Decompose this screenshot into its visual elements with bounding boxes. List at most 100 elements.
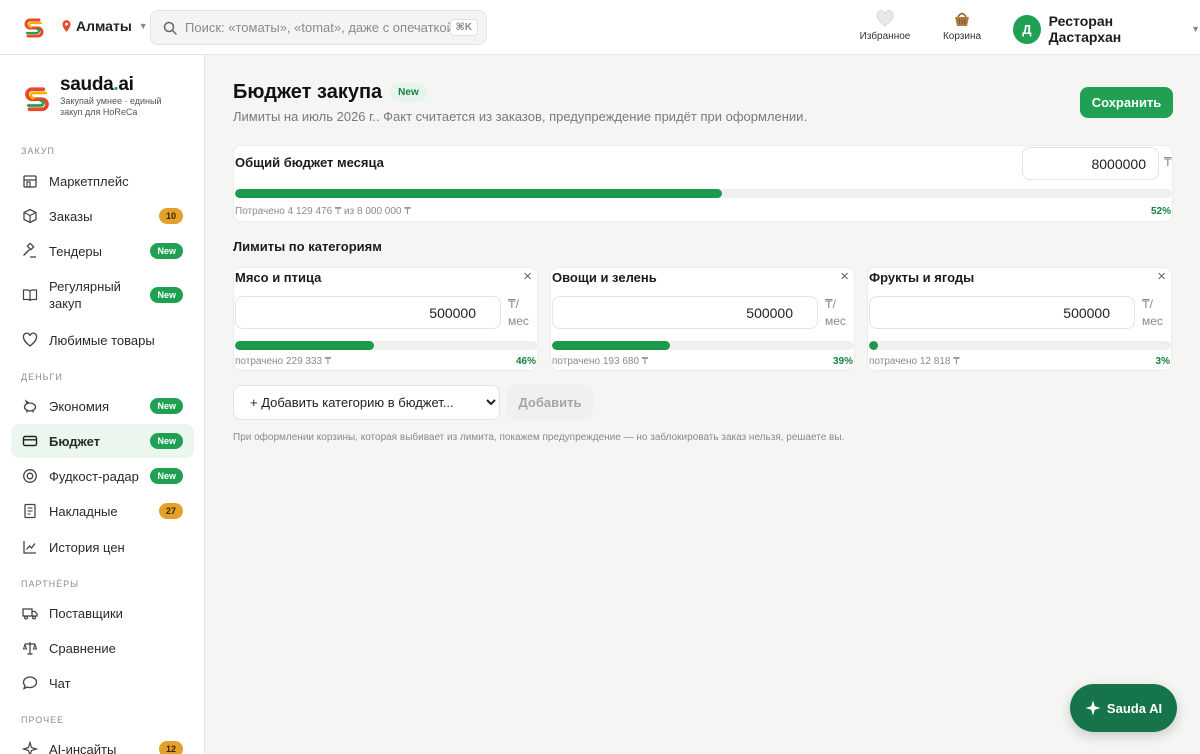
close-icon[interactable]: ×: [840, 269, 849, 284]
section-label-money: ДЕНЬГИ: [21, 372, 63, 382]
truck-icon: [22, 608, 38, 620]
sidebar-item-comparison[interactable]: Сравнение: [11, 631, 194, 665]
chevron-down-icon: ▼: [138, 21, 148, 31]
progress-fill: [235, 189, 723, 198]
sidebar-item-label: Сравнение: [49, 640, 116, 656]
favorites-label: Избранное: [859, 31, 911, 42]
sidebar-item-label: Любимые товары: [49, 332, 155, 348]
heart-icon: [876, 10, 894, 27]
spent-text: потрачено 229 333 ₸: [235, 356, 332, 367]
sidebar-item-favorite-products[interactable]: Любимые товары: [11, 323, 194, 357]
sidebar-item-label: История цен: [49, 539, 125, 555]
page-title: Бюджет закупа: [233, 81, 383, 103]
search-shortcut: ⌘K: [449, 19, 478, 36]
user-menu[interactable]: Д Ресторан Дастархан ▼: [1013, 13, 1200, 45]
book-icon: [22, 289, 38, 302]
search-icon: [163, 21, 177, 35]
spent-text: потрачено 12 818 ₸: [869, 356, 960, 367]
sidebar-item-orders[interactable]: Заказы 10: [11, 199, 194, 233]
unit-label: ₸/мес: [825, 297, 846, 328]
total-budget-label: Общий бюджет месяца: [235, 155, 384, 170]
location-pin-icon: [62, 20, 71, 32]
chat-icon: [22, 676, 38, 690]
sidebar-item-label: Фудкост-радар: [49, 468, 139, 484]
city-name: Алматы: [76, 18, 132, 34]
sidebar-item-label: AI-инсайты: [49, 741, 117, 754]
avatar: Д: [1013, 14, 1041, 44]
cart-button[interactable]: Корзина: [940, 10, 984, 42]
search-bar[interactable]: ⌘K: [150, 10, 487, 45]
city-selector[interactable]: Алматы ▼: [62, 18, 148, 34]
sidebar-item-suppliers[interactable]: Поставщики: [11, 596, 194, 630]
add-category-button[interactable]: Добавить: [507, 385, 593, 420]
sidebar-item-marketplace[interactable]: Маркетплейс: [11, 164, 194, 198]
sauda-logo-icon[interactable]: [22, 15, 46, 39]
count-badge: 27: [158, 503, 183, 519]
category-limit-input[interactable]: [552, 296, 818, 329]
category-name: Мясо и птица: [235, 270, 322, 285]
add-category-select[interactable]: + Добавить категорию в бюджет...: [233, 385, 500, 420]
section-title: Лимиты по категориям: [233, 239, 382, 254]
save-button[interactable]: Сохранить: [1080, 87, 1173, 118]
chevron-down-icon: ▼: [1191, 24, 1200, 34]
main-content: Бюджет закупа New Лимиты на июль 2026 г.…: [205, 55, 1200, 754]
sidebar-item-label: Накладные: [49, 503, 118, 519]
sparkle-icon: [22, 741, 38, 754]
sidebar-item-invoices[interactable]: Накладные 27: [11, 494, 194, 528]
section-label-purchase: ЗАКУП: [21, 146, 55, 156]
category-card: Овощи и зелень × ₸/мес потрачено 193 680…: [550, 267, 855, 371]
close-icon[interactable]: ×: [523, 269, 532, 284]
close-icon[interactable]: ×: [1157, 269, 1166, 284]
sidebar-item-foodcost-radar[interactable]: Фудкост-радар New: [11, 459, 194, 493]
sidebar-item-ai-insights[interactable]: AI-инсайты 12: [11, 732, 194, 754]
receipt-icon: [24, 503, 36, 519]
spent-text: потрачено 193 680 ₸: [552, 356, 649, 367]
store-icon: [23, 175, 37, 188]
search-input[interactable]: [185, 20, 450, 35]
sidebar-item-label: Регулярный закуп: [49, 279, 121, 311]
count-badge: 10: [158, 208, 183, 224]
sidebar-item-budget[interactable]: Бюджет New: [11, 424, 194, 458]
percent-label: 3%: [1155, 356, 1170, 367]
category-progress: [235, 341, 537, 350]
sidebar-item-label: Маркетплейс: [49, 173, 129, 189]
sauda-ai-button[interactable]: Sauda AI: [1070, 684, 1177, 732]
total-budget-progress: [235, 189, 1172, 198]
sidebar-item-savings[interactable]: Экономия New: [11, 389, 194, 423]
line-chart-icon: [23, 541, 36, 554]
progress-fill: [552, 341, 670, 350]
total-budget-input[interactable]: [1022, 147, 1159, 180]
progress-fill: [235, 341, 374, 350]
unit-label: ₸/мес: [1142, 297, 1163, 328]
radar-icon: [23, 469, 37, 483]
sidebar-item-chat[interactable]: Чат: [11, 666, 194, 700]
new-badge: New: [150, 287, 183, 303]
user-name: Ресторан Дастархан: [1048, 13, 1122, 45]
sidebar-item-label: Поставщики: [49, 605, 123, 621]
sidebar-item-label: Тендеры: [49, 243, 103, 259]
category-progress: [552, 341, 854, 350]
sparkle-icon: [1085, 700, 1101, 716]
sidebar-item-regular-purchase[interactable]: Регулярный закуп New: [11, 273, 194, 317]
new-badge: New: [150, 433, 183, 449]
cart-label: Корзина: [942, 31, 982, 42]
percent-label: 46%: [515, 356, 536, 367]
brand-name: sauda.ai: [60, 74, 134, 95]
category-name: Овощи и зелень: [552, 270, 657, 285]
unit-label: ₸/мес: [508, 297, 529, 328]
total-budget-card: Общий бюджет месяца ₸ Потрачено 4 129 47…: [233, 145, 1173, 222]
category-limit-input[interactable]: [235, 296, 501, 329]
sidebar-item-price-history[interactable]: История цен: [11, 530, 194, 564]
scale-icon: [22, 642, 38, 655]
favorites-button[interactable]: Избранное: [858, 10, 912, 42]
spent-text: Потрачено 4 129 476 ₸ из 8 000 000 ₸: [235, 206, 411, 217]
progress-fill: [869, 341, 879, 350]
category-card: Фрукты и ягоды × ₸/мес потрачено 12 818 …: [867, 267, 1172, 371]
brand[interactable]: sauda.ai Закупай умнее · единый закуп дл…: [22, 74, 175, 118]
category-limit-input[interactable]: [869, 296, 1135, 329]
brand-tagline: Закупай умнее · единый закуп для HoReCa: [60, 96, 162, 117]
sauda-ai-label: Sauda AI: [1106, 700, 1163, 716]
sidebar-item-tenders[interactable]: Тендеры New: [11, 234, 194, 268]
new-badge: New: [390, 83, 427, 102]
new-badge: New: [150, 468, 183, 484]
